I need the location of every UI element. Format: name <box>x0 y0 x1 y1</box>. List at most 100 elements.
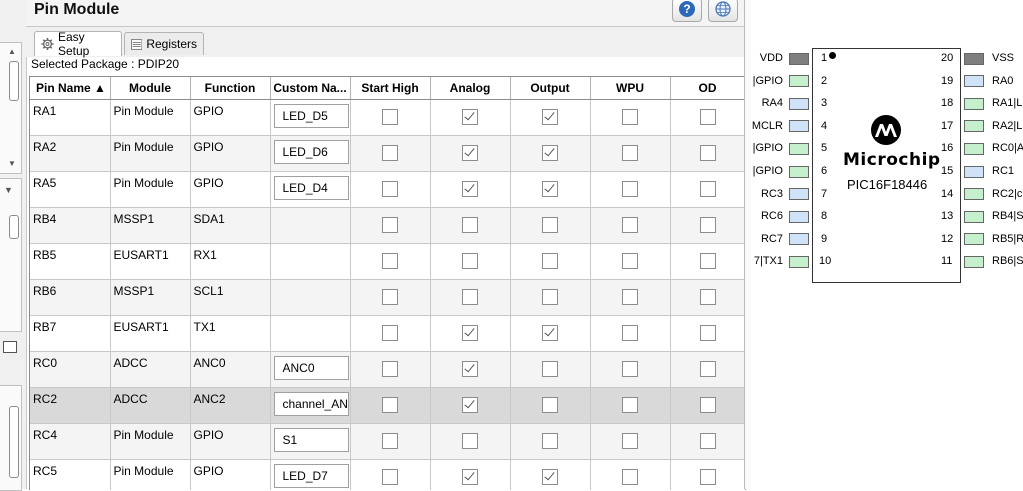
analog-checkbox[interactable] <box>462 217 478 233</box>
wpu-checkbox[interactable] <box>622 217 638 233</box>
column-header-function[interactable]: Function <box>190 77 271 100</box>
scroll-thumb[interactable] <box>9 406 19 478</box>
output-checkbox[interactable] <box>542 325 558 341</box>
column-header-module[interactable]: Module <box>110 77 191 100</box>
od-checkbox[interactable] <box>699 253 716 269</box>
table-row[interactable]: RA1 Pin Module GPIO LED_D5 <box>30 99 745 136</box>
od-checkbox[interactable] <box>699 181 716 197</box>
custom-name-cell[interactable]: ANC0 <box>270 351 351 388</box>
od-checkbox[interactable] <box>699 325 716 341</box>
od-checkbox[interactable] <box>699 469 716 485</box>
help-button[interactable]: ? <box>672 0 702 22</box>
output-checkbox[interactable] <box>542 109 558 125</box>
custom-name-cell[interactable]: LED_D4 <box>270 171 351 208</box>
column-header-od[interactable]: OD <box>670 77 745 100</box>
table-row[interactable]: RB7 EUSART1 TX1 <box>30 315 745 352</box>
od-checkbox[interactable] <box>699 397 716 413</box>
start-high-checkbox[interactable] <box>382 145 398 161</box>
pin-3[interactable] <box>789 97 809 110</box>
wpu-checkbox[interactable] <box>622 145 638 161</box>
custom-name-field[interactable]: LED_D4 <box>273 176 349 200</box>
minimize-window-icon[interactable] <box>3 341 17 353</box>
od-checkbox[interactable] <box>699 109 716 125</box>
start-high-checkbox[interactable] <box>382 253 398 269</box>
pin-4[interactable] <box>789 120 809 133</box>
pin-8[interactable] <box>789 210 809 223</box>
analog-checkbox[interactable] <box>462 433 478 449</box>
custom-name-cell[interactable] <box>270 315 351 352</box>
custom-name-field[interactable]: LED_D5 <box>273 104 349 128</box>
table-row[interactable]: RB6 MSSP1 SCL1 <box>30 279 745 316</box>
wpu-checkbox[interactable] <box>622 433 638 449</box>
analog-checkbox[interactable] <box>462 469 478 485</box>
pin-5[interactable] <box>789 142 809 155</box>
custom-name-cell[interactable]: S1 <box>270 423 351 460</box>
wpu-checkbox[interactable] <box>622 181 638 197</box>
analog-checkbox[interactable] <box>462 253 478 269</box>
custom-name-cell[interactable] <box>270 243 351 280</box>
pin-10[interactable] <box>789 255 809 268</box>
pin-9[interactable] <box>789 233 809 246</box>
output-checkbox[interactable] <box>542 181 558 197</box>
analog-checkbox[interactable] <box>462 145 478 161</box>
scroll-up-arrow-icon[interactable]: ▲ <box>8 47 16 56</box>
start-high-checkbox[interactable] <box>382 325 398 341</box>
column-header-analog[interactable]: Analog <box>430 77 511 100</box>
custom-name-cell[interactable]: LED_D5 <box>270 99 351 136</box>
wpu-checkbox[interactable] <box>622 361 638 377</box>
pin-2[interactable] <box>789 75 809 88</box>
web-resources-button[interactable] <box>708 0 738 22</box>
column-header-start-high[interactable]: Start High <box>350 77 431 100</box>
pin-12[interactable] <box>964 233 984 246</box>
column-header-custom-name[interactable]: Custom Na... <box>270 77 351 100</box>
custom-name-field[interactable]: channel_AN <box>273 392 349 416</box>
custom-name-field[interactable]: LED_D6 <box>273 140 349 164</box>
start-high-checkbox[interactable] <box>382 433 398 449</box>
pin-18[interactable] <box>964 97 984 110</box>
start-high-checkbox[interactable] <box>382 397 398 413</box>
scroll-thumb[interactable] <box>9 215 19 239</box>
start-high-checkbox[interactable] <box>382 181 398 197</box>
output-checkbox[interactable] <box>542 433 558 449</box>
scroll-thumb[interactable] <box>9 61 19 101</box>
scroll-down-arrow-icon[interactable]: ▼ <box>8 159 16 168</box>
wpu-checkbox[interactable] <box>622 109 638 125</box>
analog-checkbox[interactable] <box>462 181 478 197</box>
column-header-wpu[interactable]: WPU <box>590 77 671 100</box>
output-checkbox[interactable] <box>542 253 558 269</box>
tab-easy-setup[interactable]: Easy Setup <box>34 30 122 58</box>
custom-name-cell[interactable]: channel_AN <box>270 387 351 424</box>
start-high-checkbox[interactable] <box>382 289 398 305</box>
analog-checkbox[interactable] <box>462 289 478 305</box>
output-panel-scrollbar[interactable]: ▼ <box>0 178 22 332</box>
custom-name-cell[interactable] <box>270 279 351 316</box>
analog-checkbox[interactable] <box>462 397 478 413</box>
pin-19[interactable] <box>964 75 984 88</box>
pin-7[interactable] <box>789 188 809 201</box>
output-checkbox[interactable] <box>542 217 558 233</box>
wpu-checkbox[interactable] <box>622 253 638 269</box>
wpu-checkbox[interactable] <box>622 289 638 305</box>
od-checkbox[interactable] <box>699 145 716 161</box>
properties-panel-scrollbar[interactable] <box>0 385 22 491</box>
output-checkbox[interactable] <box>542 397 558 413</box>
column-header-output[interactable]: Output <box>510 77 591 100</box>
analog-checkbox[interactable] <box>462 109 478 125</box>
od-checkbox[interactable] <box>699 433 716 449</box>
table-row[interactable]: RA5 Pin Module GPIO LED_D4 <box>30 171 745 208</box>
wpu-checkbox[interactable] <box>622 325 638 341</box>
dropdown-arrow-icon[interactable]: ▼ <box>4 185 13 195</box>
table-row[interactable]: RB5 EUSART1 RX1 <box>30 243 745 280</box>
custom-name-cell[interactable]: LED_D6 <box>270 135 351 172</box>
start-high-checkbox[interactable] <box>382 361 398 377</box>
navigator-panel-scrollbar[interactable]: ▲ ▼ <box>0 42 22 174</box>
output-checkbox[interactable] <box>542 361 558 377</box>
custom-name-field[interactable]: ANC0 <box>273 356 349 380</box>
pin-17[interactable] <box>964 120 984 133</box>
pin-6[interactable] <box>789 165 809 178</box>
start-high-checkbox[interactable] <box>382 109 398 125</box>
custom-name-cell[interactable] <box>270 207 351 244</box>
tab-registers[interactable]: Registers <box>124 32 204 55</box>
start-high-checkbox[interactable] <box>382 469 398 485</box>
pin-13[interactable] <box>964 210 984 223</box>
